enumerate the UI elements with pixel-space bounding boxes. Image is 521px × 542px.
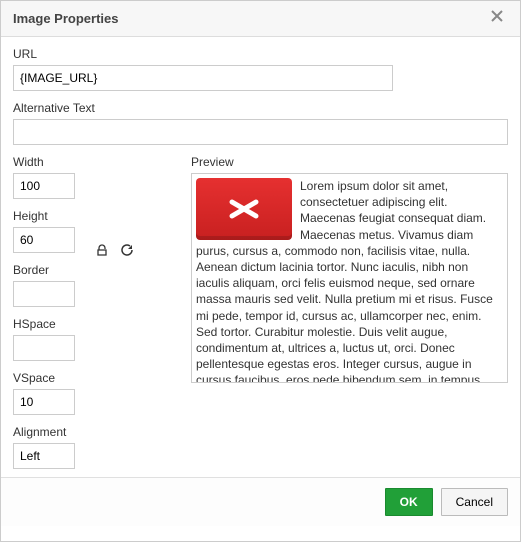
width-input[interactable] [13, 173, 75, 199]
vspace-input[interactable] [13, 389, 75, 415]
dialog-body: URL Alternative Text Width Height [1, 37, 520, 477]
width-label: Width [13, 155, 75, 169]
height-input[interactable] [13, 227, 75, 253]
dialog-title: Image Properties [13, 11, 119, 26]
preview-box[interactable]: Lorem ipsum dolor sit amet, consectetuer… [191, 173, 508, 383]
dialog-header: Image Properties [1, 1, 520, 37]
dialog-footer: OK Cancel [1, 477, 520, 526]
alignment-group: Alignment [13, 425, 183, 469]
ok-button[interactable]: OK [385, 488, 433, 516]
reset-icon[interactable] [117, 241, 135, 259]
border-group: Border [13, 263, 183, 307]
vspace-label: VSpace [13, 371, 183, 385]
vspace-group: VSpace [13, 371, 183, 415]
lock-icon[interactable] [93, 241, 111, 259]
url-group: URL [13, 47, 508, 91]
alignment-label: Alignment [13, 425, 183, 439]
hspace-group: HSpace [13, 317, 183, 361]
border-label: Border [13, 263, 183, 277]
preview-label: Preview [191, 155, 508, 169]
preview-content: Lorem ipsum dolor sit amet, consectetuer… [196, 178, 503, 383]
height-label: Height [13, 209, 75, 223]
hspace-label: HSpace [13, 317, 183, 331]
hspace-input[interactable] [13, 335, 75, 361]
border-input[interactable] [13, 281, 75, 307]
right-column: Preview Lorem ipsum dolor sit amet, cons… [191, 155, 508, 383]
alt-text-group: Alternative Text [13, 101, 508, 145]
width-group: Width [13, 155, 75, 199]
height-group: Height [13, 209, 75, 253]
alt-text-input[interactable] [13, 119, 508, 145]
left-column: Width Height Bo [13, 155, 183, 469]
dimension-icons [93, 241, 135, 263]
cancel-button[interactable]: Cancel [441, 488, 508, 516]
alignment-select[interactable] [13, 443, 75, 469]
broken-image-icon [196, 178, 292, 240]
url-label: URL [13, 47, 508, 61]
close-icon[interactable] [486, 9, 508, 28]
alt-text-label: Alternative Text [13, 101, 508, 115]
url-input[interactable] [13, 65, 393, 91]
